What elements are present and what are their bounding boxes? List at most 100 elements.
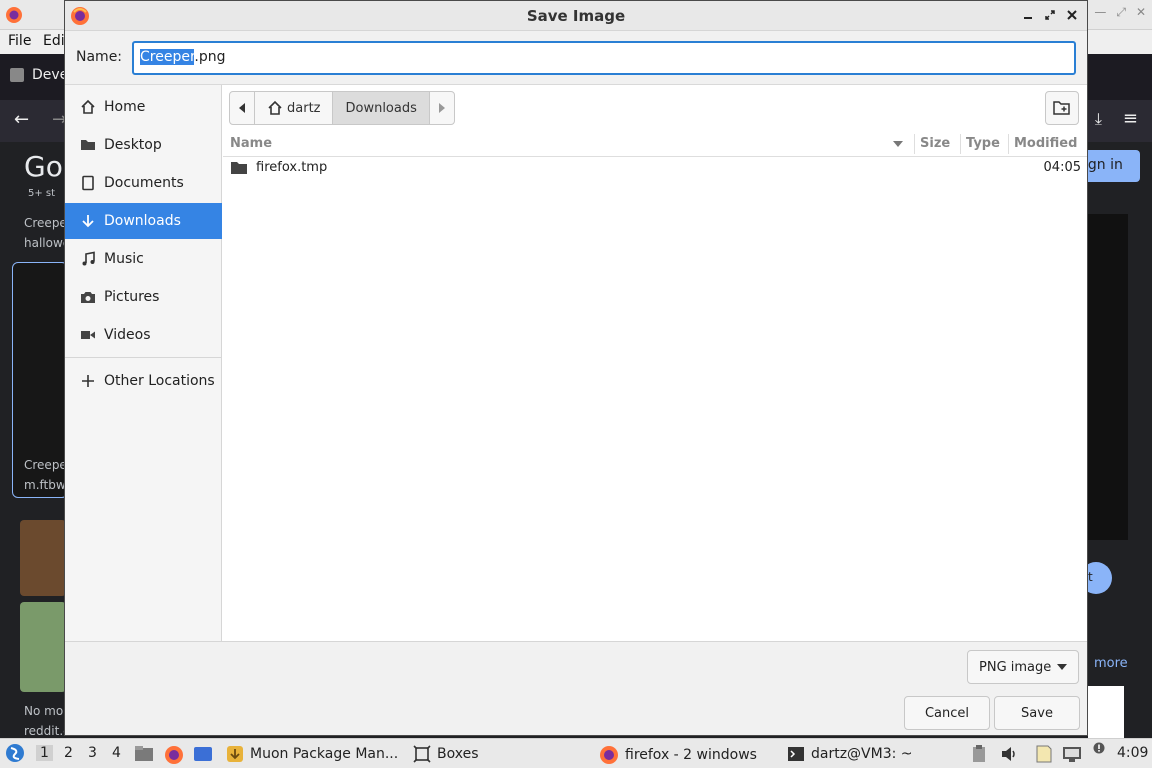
back-arrow-icon[interactable]: ← bbox=[14, 109, 29, 130]
minimize-icon[interactable] bbox=[1019, 6, 1037, 24]
notification-icon[interactable] bbox=[1093, 742, 1105, 754]
file-type-dropdown[interactable]: PNG image bbox=[967, 650, 1079, 684]
task-label: Muon Package Man... bbox=[250, 746, 399, 762]
sidebar-item-desktop[interactable]: Desktop bbox=[65, 127, 222, 163]
path-segment-downloads[interactable]: Downloads bbox=[333, 92, 430, 124]
file-row[interactable]: firefox.tmp 04:05 bbox=[223, 157, 1087, 179]
path-back-button[interactable] bbox=[230, 92, 255, 124]
start-menu-icon[interactable] bbox=[5, 742, 25, 764]
sidebar-item-documents[interactable]: Documents bbox=[65, 165, 222, 201]
tab-label: Deve bbox=[32, 67, 69, 83]
browser-tab[interactable]: Deve bbox=[10, 67, 68, 83]
sidebar-item-other-locations[interactable]: Other Locations bbox=[65, 363, 222, 399]
chevron-left-icon bbox=[239, 103, 245, 113]
video-icon bbox=[80, 327, 96, 343]
package-icon bbox=[227, 746, 243, 762]
filename-row: Name: Creeper.png bbox=[65, 31, 1087, 85]
sidebar-item-label: Desktop bbox=[104, 137, 162, 153]
sidebar-item-label: Documents bbox=[104, 175, 184, 191]
sidebar-item-downloads[interactable]: Downloads bbox=[65, 203, 222, 239]
task-boxes[interactable]: Boxes bbox=[413, 745, 479, 763]
column-divider bbox=[960, 134, 961, 154]
firefox-icon bbox=[5, 6, 23, 28]
workspace-4[interactable]: 4 bbox=[112, 745, 121, 761]
task-terminal[interactable]: dartz@VM3: ~ bbox=[787, 745, 913, 763]
workspace-3[interactable]: 3 bbox=[88, 745, 97, 761]
task-firefox[interactable]: firefox - 2 windows bbox=[599, 745, 757, 765]
task-label: firefox - 2 windows bbox=[625, 747, 757, 763]
column-header-modified[interactable]: Modified bbox=[1014, 136, 1077, 151]
dialog-titlebar: Save Image bbox=[65, 1, 1087, 31]
image-thumbnail[interactable] bbox=[20, 520, 66, 596]
volume-icon[interactable] bbox=[1000, 745, 1018, 763]
file-manager-icon[interactable] bbox=[134, 745, 154, 763]
download-icon bbox=[80, 213, 96, 229]
minimize-icon[interactable]: — bbox=[1094, 5, 1106, 20]
column-header-name[interactable]: Name bbox=[230, 136, 272, 151]
download-icon[interactable]: ⤓ bbox=[1095, 109, 1102, 129]
plus-icon bbox=[80, 373, 96, 389]
column-header-size[interactable]: Size bbox=[920, 136, 950, 151]
music-icon bbox=[80, 251, 96, 267]
filename-input[interactable]: Creeper.png bbox=[132, 41, 1076, 75]
path-segment-home[interactable]: dartz bbox=[255, 92, 334, 124]
sidebar-item-videos[interactable]: Videos bbox=[65, 317, 222, 353]
close-icon[interactable] bbox=[1063, 6, 1081, 24]
snippet-text: No mor bbox=[24, 704, 69, 718]
sidebar-item-music[interactable]: Music bbox=[65, 241, 222, 277]
clipboard-tray-icon[interactable] bbox=[972, 745, 986, 763]
task-muon-package-manager[interactable]: Muon Package Man... bbox=[226, 745, 398, 763]
snippet-text: Creepe bbox=[24, 458, 67, 472]
sidebar-item-label: Home bbox=[104, 99, 146, 115]
save-image-dialog: Save Image Name: Creeper.png Home Deskto… bbox=[64, 0, 1088, 736]
terminal-icon bbox=[788, 747, 804, 761]
path-segment-label: dartz bbox=[287, 100, 321, 116]
file-modified: 04:05 bbox=[1043, 160, 1081, 175]
more-link[interactable]: more bbox=[1094, 656, 1128, 671]
workspace-2[interactable]: 2 bbox=[64, 745, 73, 761]
column-divider bbox=[914, 134, 915, 154]
firefox-icon bbox=[600, 746, 618, 764]
new-folder-button[interactable] bbox=[1045, 91, 1079, 125]
dialog-window-controls bbox=[1019, 6, 1081, 24]
task-label: dartz@VM3: ~ bbox=[811, 746, 913, 762]
clock[interactable]: 4:09 bbox=[1117, 745, 1148, 761]
close-icon[interactable]: ✕ bbox=[1136, 5, 1146, 20]
path-bar: dartz Downloads bbox=[229, 91, 455, 125]
column-header-type[interactable]: Type bbox=[966, 136, 1000, 151]
menu-edit[interactable]: Edi bbox=[43, 33, 65, 49]
sidebar-item-label: Music bbox=[104, 251, 144, 267]
sidebar-item-home[interactable]: Home bbox=[65, 89, 222, 125]
workspace-1[interactable]: 1 bbox=[36, 745, 53, 761]
file-name: firefox.tmp bbox=[256, 160, 328, 175]
column-divider bbox=[1008, 134, 1009, 154]
camera-icon bbox=[80, 289, 96, 305]
snippet-text: 5+ st bbox=[28, 188, 56, 199]
window-icon[interactable] bbox=[193, 745, 213, 763]
preview-panel bbox=[1088, 214, 1128, 540]
hamburger-menu-icon[interactable]: ≡ bbox=[1123, 108, 1138, 129]
sidebar-item-label: Other Locations bbox=[104, 373, 215, 389]
cancel-button[interactable]: Cancel bbox=[904, 696, 990, 730]
maximize-icon[interactable] bbox=[1041, 6, 1059, 24]
path-forward-button[interactable] bbox=[430, 92, 454, 124]
save-button[interactable]: Save bbox=[994, 696, 1080, 730]
filename-extension: .png bbox=[194, 49, 226, 65]
network-icon[interactable] bbox=[1062, 745, 1082, 763]
chevron-down-icon bbox=[1057, 664, 1068, 670]
google-logo: Go bbox=[24, 150, 63, 183]
snippet-text: Creepe bbox=[24, 216, 67, 230]
filename-selected-text: Creeper bbox=[140, 49, 195, 65]
maximize-icon[interactable]: ⤢ bbox=[1116, 5, 1126, 20]
menu-file[interactable]: File bbox=[8, 33, 31, 49]
browser-window-controls: — ⤢ ✕ bbox=[1094, 5, 1146, 20]
task-label: Boxes bbox=[437, 746, 479, 762]
image-thumbnail[interactable] bbox=[1088, 686, 1124, 738]
image-thumbnail[interactable] bbox=[20, 602, 66, 692]
firefox-launcher-icon[interactable] bbox=[164, 745, 184, 765]
places-sidebar: Home Desktop Documents Downloads Music P… bbox=[65, 85, 222, 641]
sidebar-item-pictures[interactable]: Pictures bbox=[65, 279, 222, 315]
document-icon bbox=[80, 175, 96, 191]
sort-down-icon[interactable] bbox=[893, 138, 903, 153]
notes-tray-icon[interactable] bbox=[1035, 745, 1053, 763]
